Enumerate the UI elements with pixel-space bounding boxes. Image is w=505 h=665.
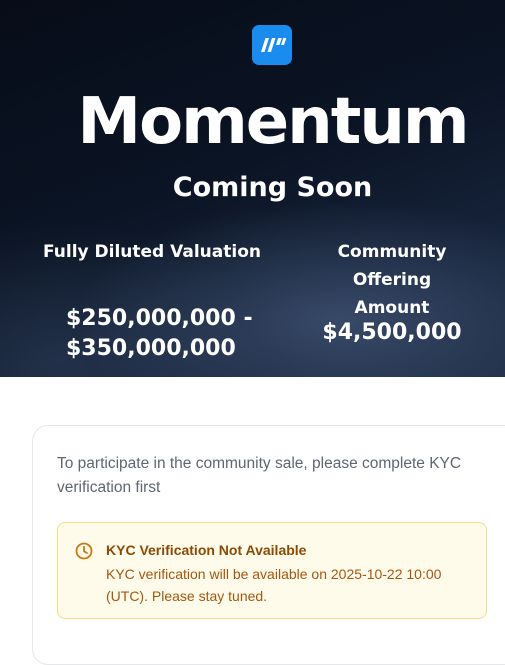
fdv-value: $250,000,000 - $350,000,000 bbox=[66, 304, 286, 364]
community-offering-value: $4,500,000 bbox=[322, 320, 462, 345]
kyc-instructions: To participate in the community sale, pl… bbox=[57, 455, 462, 496]
status-subtitle: Coming Soon bbox=[172, 172, 373, 203]
fdv-value-line1: $250,000,000 - bbox=[66, 306, 253, 331]
fdv-value-line2: $350,000,000 bbox=[66, 336, 236, 361]
kyc-notice-title: KYC Verification Not Available bbox=[106, 542, 307, 558]
community-offering-label-line1: Community Offering bbox=[337, 242, 447, 290]
clock-icon bbox=[74, 541, 94, 561]
brand-title: Momentum bbox=[77, 85, 469, 159]
momentum-logo-icon bbox=[252, 25, 292, 65]
community-offering-label: Community Offering Amount bbox=[297, 238, 487, 322]
fdv-label: Fully Diluted Valuation bbox=[43, 242, 261, 262]
kyc-notice-body: KYC verification will be available on 20… bbox=[106, 566, 442, 604]
hero-banner: Momentum Coming Soon Fully Diluted Valua… bbox=[0, 0, 505, 377]
